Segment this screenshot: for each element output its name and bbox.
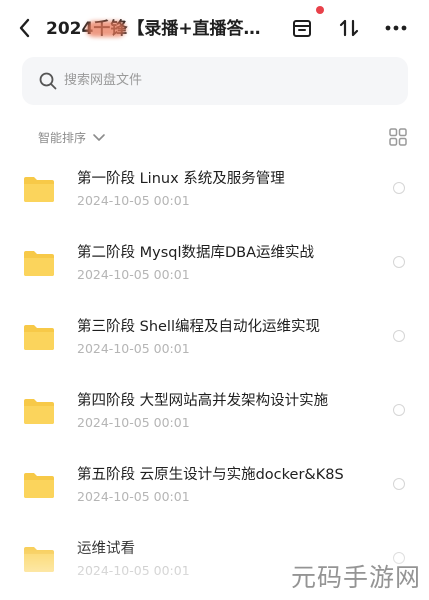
notification-dot xyxy=(316,6,324,14)
list-item[interactable]: 第一阶段 Linux 系统及服务管理 2024-10-05 00:01 xyxy=(0,160,429,234)
chevron-down-icon[interactable] xyxy=(92,131,106,145)
folder-icon xyxy=(24,473,54,498)
file-date: 2024-10-05 00:01 xyxy=(77,489,190,504)
back-arrow-icon[interactable] xyxy=(14,16,36,40)
sort-dropdown[interactable]: 智能排序 xyxy=(38,129,86,147)
list-item[interactable]: 第三阶段 Shell编程及自动化运维实现 2024-10-05 00:01 xyxy=(0,308,429,382)
redaction-mark xyxy=(86,21,126,37)
sort-bar: 智能排序 xyxy=(0,124,429,152)
archive-box-icon[interactable] xyxy=(288,14,316,42)
select-radio[interactable] xyxy=(393,256,405,268)
folder-icon xyxy=(24,547,54,572)
file-date: 2024-10-05 00:01 xyxy=(77,415,190,430)
file-name: 第一阶段 Linux 系统及服务管理 xyxy=(77,171,285,187)
more-icon[interactable] xyxy=(382,14,410,42)
search-input[interactable]: 搜索网盘文件 xyxy=(22,57,408,105)
file-date: 2024-10-05 00:01 xyxy=(77,563,190,578)
list-item[interactable]: 第四阶段 大型网站高并发架构设计实施 2024-10-05 00:01 xyxy=(0,382,429,456)
file-name: 第三阶段 Shell编程及自动化运维实现 xyxy=(77,319,320,335)
list-item[interactable]: 第五阶段 云原生设计与实施docker&K8S 2024-10-05 00:01 xyxy=(0,456,429,530)
select-radio[interactable] xyxy=(393,404,405,416)
select-radio[interactable] xyxy=(393,182,405,194)
select-radio[interactable] xyxy=(393,478,405,490)
search-icon xyxy=(39,72,57,90)
top-bar: 2024千锋【录播+直播答… xyxy=(0,0,429,56)
file-name: 第四阶段 大型网站高并发架构设计实施 xyxy=(77,393,329,409)
page-title-container: 2024千锋【录播+直播答… xyxy=(46,16,266,42)
grid-view-icon[interactable] xyxy=(389,128,407,146)
search-placeholder: 搜索网盘文件 xyxy=(64,73,143,88)
folder-icon xyxy=(24,399,54,424)
file-name: 运维试看 xyxy=(77,541,135,557)
watermark: 元码手游网 xyxy=(290,563,421,592)
file-date: 2024-10-05 00:01 xyxy=(77,193,190,208)
folder-icon xyxy=(24,251,54,276)
folder-icon xyxy=(24,177,54,202)
page-title: 2024千锋【录播+直播答… xyxy=(46,19,261,39)
file-name: 第二阶段 Mysql数据库DBA运维实战 xyxy=(77,245,315,261)
file-name: 第五阶段 云原生设计与实施docker&K8S xyxy=(77,467,344,483)
select-radio[interactable] xyxy=(393,330,405,342)
folder-icon xyxy=(24,325,54,350)
list-item[interactable]: 第二阶段 Mysql数据库DBA运维实战 2024-10-05 00:01 xyxy=(0,234,429,308)
file-date: 2024-10-05 00:01 xyxy=(77,341,190,356)
file-date: 2024-10-05 00:01 xyxy=(77,267,190,282)
sort-arrows-icon[interactable] xyxy=(335,14,363,42)
